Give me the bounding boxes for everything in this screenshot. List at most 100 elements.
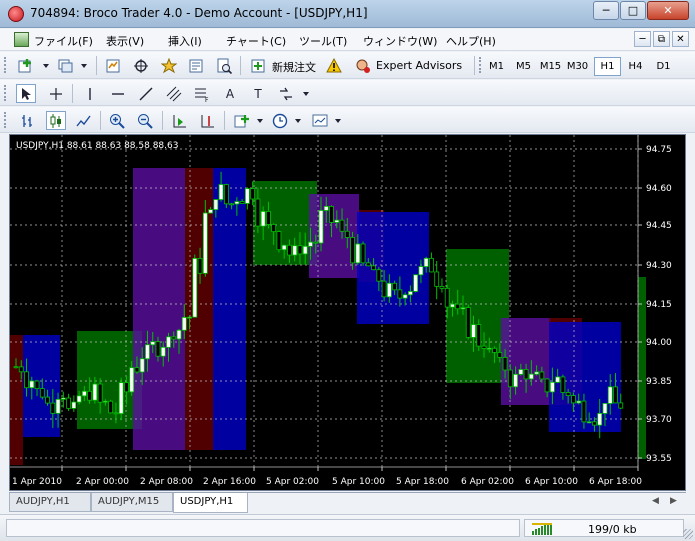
navigator-crosshair-icon[interactable] (131, 56, 151, 75)
menu-tools[interactable]: ツール(T) (299, 33, 347, 49)
tab-audjpy-m15[interactable]: AUDJPY,M15 (91, 493, 173, 512)
menu-help[interactable]: ヘルプ(H) (446, 33, 496, 49)
profiles-icon[interactable] (56, 56, 76, 75)
timeframe-m1[interactable]: M1 (483, 57, 510, 76)
horizontal-line-icon[interactable] (108, 84, 128, 103)
candle-body (34, 380, 40, 390)
dropdown-arrow-icon[interactable] (288, 111, 308, 130)
chart-window[interactable]: 94.75 94.60 94.45 94.30 94.15 94.00 93.85 93.70… (9, 134, 686, 491)
line-chart-icon[interactable] (74, 111, 94, 130)
minimize-button[interactable]: ─ (593, 1, 619, 20)
status-bar: 199/0 kb (0, 514, 695, 541)
candle-body (145, 344, 150, 360)
dropdown-arrow-icon[interactable] (250, 111, 270, 130)
toolbar-grip[interactable] (4, 57, 7, 73)
menu-view[interactable]: 表示(V) (106, 33, 144, 49)
mdi-restore-button[interactable]: ⧉ (653, 31, 670, 47)
candle-body (97, 383, 103, 403)
templates-icon[interactable] (310, 111, 330, 130)
toolbar-grip[interactable] (4, 85, 7, 101)
toolbar-separator (72, 84, 73, 103)
candle-body (381, 280, 387, 298)
candle-body (244, 188, 250, 204)
candle-body (202, 212, 208, 274)
warning-icon[interactable] (324, 56, 344, 75)
timeframe-m15[interactable]: M15 (537, 57, 564, 76)
mdi-minimize-button[interactable]: ─ (634, 31, 651, 47)
candle-body (118, 382, 124, 414)
text-icon[interactable]: A (220, 84, 240, 103)
dropdown-arrow-icon[interactable] (36, 56, 56, 75)
cursor-icon[interactable] (16, 84, 36, 103)
strategy-tester-icon[interactable] (214, 56, 234, 75)
tab-usdjpy-h1[interactable]: USDJPY,H1 (173, 493, 248, 513)
auto-scroll-icon[interactable] (170, 111, 190, 130)
dropdown-arrow-icon[interactable] (296, 84, 316, 103)
timeframe-h1[interactable]: H1 (594, 57, 621, 76)
candlestick-chart-icon[interactable] (46, 111, 66, 130)
zoom-in-icon[interactable] (107, 111, 127, 130)
toolbar-grip[interactable] (479, 57, 482, 73)
time-tick-label: 6 Apr 10:00 (525, 477, 578, 487)
new-order-button[interactable]: 新規注文 (272, 59, 316, 75)
text-label-icon[interactable]: T (248, 84, 268, 103)
maximize-button[interactable]: □ (620, 1, 646, 20)
candle-body (124, 382, 129, 393)
bar-chart-icon[interactable] (18, 111, 38, 130)
expert-advisors-button[interactable]: Expert Advisors (376, 59, 462, 72)
candle-body (260, 211, 266, 227)
candle-body (560, 376, 566, 393)
dropdown-arrow-icon[interactable] (328, 111, 348, 130)
mdi-close-button[interactable]: ✕ (672, 31, 689, 47)
timeframe-m5[interactable]: M5 (510, 57, 537, 76)
new-order-icon[interactable] (248, 56, 268, 75)
resize-grip-icon[interactable] (683, 529, 693, 539)
market-watch-icon[interactable] (103, 56, 123, 75)
time-tick-label: 5 Apr 18:00 (396, 477, 449, 487)
candle-body (108, 400, 114, 414)
candle-body (413, 274, 419, 292)
fibonacci-icon[interactable]: F (192, 84, 212, 103)
candle-body (50, 402, 56, 414)
close-button[interactable]: ✕ (647, 1, 689, 20)
time-axis: 1 Apr 2010 2 Apr 00:00 2 Apr 08:00 2 Apr 16… (10, 466, 642, 487)
crosshair-icon[interactable] (46, 84, 66, 103)
vertical-line-icon[interactable] (80, 84, 100, 103)
timeframe-m30[interactable]: M30 (564, 57, 591, 76)
tab-audjpy-h1[interactable]: AUDJPY,H1 (9, 493, 91, 512)
chart-window-icon[interactable] (14, 32, 29, 47)
timeframe-h4[interactable]: H4 (622, 57, 649, 76)
menu-window[interactable]: ウィンドウ(W) (363, 33, 437, 49)
terminal-icon[interactable] (186, 56, 206, 75)
trendline-icon[interactable] (136, 84, 156, 103)
zoom-out-icon[interactable] (135, 111, 155, 130)
tabs-scroll-left-icon[interactable]: ◀ (652, 496, 659, 506)
status-message-cell (6, 519, 520, 537)
arrows-icon[interactable] (276, 84, 296, 103)
price-chart[interactable]: 94.75 94.60 94.45 94.30 94.15 94.00 93.85 93.70… (10, 135, 685, 490)
menu-chart[interactable]: チャート(C) (226, 33, 286, 49)
dropdown-arrow-icon[interactable] (74, 56, 94, 75)
periods-clock-icon[interactable] (270, 111, 290, 130)
charts-toolbar (0, 107, 695, 133)
svg-text:F: F (205, 97, 209, 102)
indicators-icon[interactable] (232, 111, 252, 130)
tabs-scroll-right-icon[interactable]: ▶ (670, 496, 677, 506)
navigator-icon[interactable] (159, 56, 179, 75)
chart-shift-icon[interactable] (198, 111, 218, 130)
candle-body (439, 286, 445, 289)
toolbar-grip[interactable] (4, 112, 7, 128)
menu-insert[interactable]: 挿入(I) (168, 33, 202, 49)
candle-body (355, 243, 361, 264)
menu-file[interactable]: ファイル(F) (34, 33, 93, 49)
equidistant-channel-icon[interactable] (164, 84, 184, 103)
candle-body (39, 388, 45, 398)
expert-advisors-icon[interactable] (352, 56, 372, 75)
candle-body (549, 381, 555, 393)
new-chart-icon[interactable] (16, 56, 36, 75)
timeframe-d1[interactable]: D1 (650, 57, 677, 76)
mdi-controls: ─ ⧉ ✕ (632, 31, 689, 47)
candle-body (502, 357, 508, 371)
candle-body (171, 336, 177, 340)
candle-body (581, 400, 587, 423)
